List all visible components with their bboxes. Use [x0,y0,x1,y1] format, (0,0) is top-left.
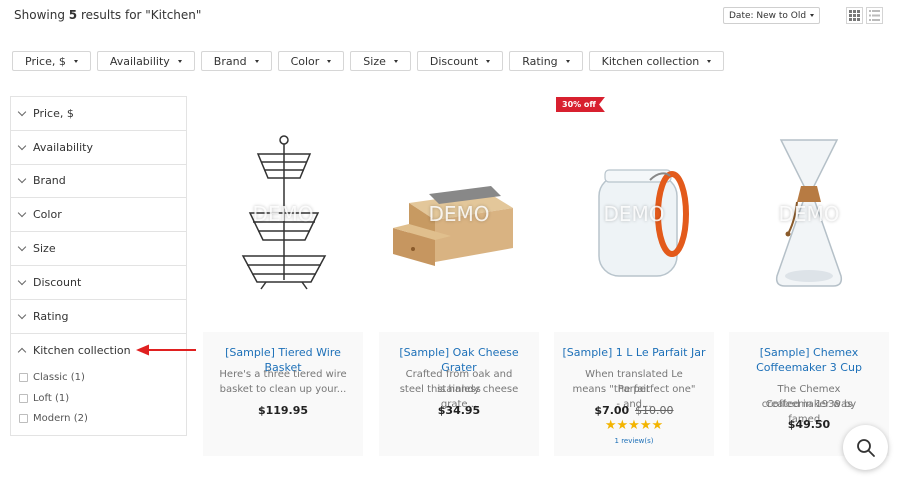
product-card[interactable]: DEMO [Sample] Tiered Wire Basket Here's … [203,96,363,456]
chevron-up-icon [17,347,27,357]
chevron-down-icon [393,59,398,63]
list-icon [869,10,880,21]
chevron-down-icon [254,59,259,63]
product-description: Here's a three tiered wire [219,369,347,380]
star-rating: ★★★★★ [604,418,664,433]
sidebar-section-price[interactable]: Price, $ [11,97,186,131]
sidebar-section-rating[interactable]: Rating [11,300,186,334]
sidebar-section-availability[interactable]: Availability [11,131,186,165]
demo-watermark: DEMO [428,202,490,226]
results-count: 5 [68,8,78,22]
sidebar-section-color[interactable]: Color [11,198,186,233]
chevron-down-icon [73,59,78,63]
chevron-down-icon [707,59,712,63]
product-price: $34.95 [437,404,481,417]
sidebar-section-label: Price, $ [33,106,74,120]
filter-availability-button[interactable]: Availability [96,51,195,71]
chevron-down-icon [17,310,27,319]
filter-color-button[interactable]: Color [277,51,345,71]
product-image[interactable]: DEMO [729,96,889,332]
product-image[interactable]: DEMO [379,96,539,332]
filter-discount-button[interactable]: Discount [416,51,504,71]
sidebar-section-label: Availability [33,140,93,154]
demo-watermark: DEMO [603,202,665,226]
product-card[interactable]: DEMO [Sample] Chemex Coffeemaker 3 Cup T… [729,96,889,456]
search-icon [856,438,875,457]
option-modern[interactable]: Modern (2) [19,408,186,429]
option-classic[interactable]: Classic (1) [19,367,186,388]
filter-price-button[interactable]: Price, $ [12,51,91,71]
filter-sidebar: Price, $ Availability Brand Color Size D… [10,96,187,436]
sort-select[interactable]: Date: New to Old [723,7,821,24]
sale-price: $7.00 [594,404,630,417]
chevron-down-icon [17,242,27,252]
product-image[interactable]: DEMO [203,96,363,332]
product-price: $119.95 [257,404,309,417]
filter-size-button[interactable]: Size [350,51,411,71]
chevron-down-icon [17,107,27,117]
product-price: $7.00 $10.00 [554,404,714,417]
sort-select-label: Date: New to Old [729,10,807,21]
option-loft[interactable]: Loft (1) [19,388,186,409]
chevron-down-icon [17,276,27,286]
sidebar-section-label: Color [33,208,62,222]
sidebar-section-label: Brand [33,174,66,188]
chevron-down-icon [17,141,27,150]
product-card[interactable]: DEMO [Sample] Oak Cheese Grater Crafted … [379,96,539,456]
results-summary: Showing 5 results for "Kitchen" [14,8,201,22]
filter-label: Rating [522,54,558,68]
checkbox[interactable] [19,414,28,424]
kitchen-collection-options: Classic (1) Loft (1) Modern (2) [11,367,186,429]
list-view-button[interactable] [866,7,883,24]
filter-rating-button[interactable]: Rating [509,51,583,71]
chevron-down-icon [17,175,27,184]
filter-bar: Price, $ Availability Brand Color Size D… [12,51,725,71]
sidebar-section-brand[interactable]: Brand [11,165,186,199]
filter-brand-button[interactable]: Brand [200,51,272,71]
chevron-down-icon [565,59,570,63]
results-query: results for "Kitchen" [80,8,202,22]
product-title-link[interactable]: [Sample] Chemex [729,345,889,360]
sidebar-section-label: Size [33,242,56,256]
grid-icon [849,10,860,21]
product-card[interactable]: DEMO [Sample] 1 L Le Parfait Jar When tr… [554,96,714,456]
filter-label: Brand [213,54,247,68]
arrow-icon [136,344,196,356]
filter-label: Size [363,54,386,68]
filter-label: Price, $ [25,54,66,68]
filter-label: Kitchen collection [601,54,700,68]
demo-watermark: DEMO [778,202,840,226]
discount-badge: 30% off [556,97,605,112]
sidebar-section-discount[interactable]: Discount [11,266,186,300]
option-label: Classic (1) [33,372,85,384]
chevron-down-icon [17,209,27,218]
product-description: basket to clean up your... [219,384,347,395]
sidebar-section-label: Kitchen collection [33,343,131,357]
filter-label: Color [290,54,320,68]
product-title-link[interactable]: Coffeemaker 3 Cup [729,360,889,375]
chevron-down-icon [486,59,491,63]
chevron-down-icon [177,59,182,63]
chevron-down-icon [327,59,332,63]
chevron-down-icon [810,14,815,17]
product-title-link[interactable]: [Sample] 1 L Le Parfait Jar [554,345,714,360]
checkbox[interactable] [19,393,28,403]
demo-watermark: DEMO [252,202,314,226]
sidebar-section-size[interactable]: Size [11,232,186,266]
filter-kitchen-collection-button[interactable]: Kitchen collection [588,51,725,71]
sidebar-section-label: Rating [33,309,69,323]
original-price: $10.00 [635,404,674,417]
search-button[interactable] [843,425,888,470]
option-label: Loft (1) [33,392,70,404]
checkbox[interactable] [19,373,28,383]
results-prefix: Showing [14,8,65,22]
filter-label: Discount [429,54,479,68]
sidebar-section-label: Discount [33,275,82,289]
grid-view-button[interactable] [846,7,863,24]
option-label: Modern (2) [33,413,88,425]
review-count-link[interactable]: 1 review(s) [554,437,714,445]
product-image[interactable]: DEMO [554,96,714,332]
filter-label: Availability [109,54,170,68]
